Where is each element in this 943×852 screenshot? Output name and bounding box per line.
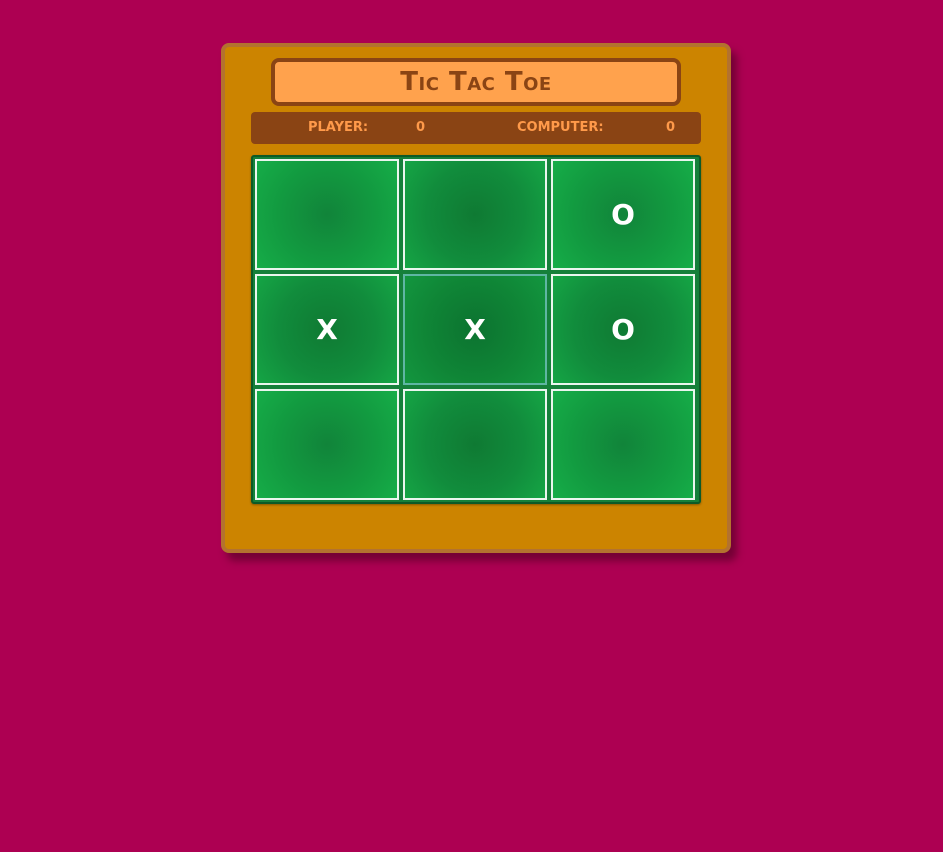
computer-score-label: Computer: [517,120,604,135]
board-cell-6[interactable]: O [551,274,695,385]
board-cell-2[interactable] [403,159,547,270]
board-cell-3[interactable]: O [551,159,695,270]
board-cell-8[interactable] [403,389,547,500]
board-cell-1[interactable] [255,159,399,270]
player-score-label: Player: [308,120,369,135]
board-cell-4[interactable]: X [255,274,399,385]
scoreboard: Player: 0 Computer: 0 [251,112,701,144]
player-score-value: 0 [416,120,426,135]
game-panel: Tic Tac Toe Player: 0 Computer: 0 O X X … [221,43,731,553]
title-banner: Tic Tac Toe [271,58,681,106]
board-cell-9[interactable] [551,389,695,500]
board-cell-5[interactable]: X [403,274,547,385]
game-board: O X X O [251,155,701,504]
computer-score-value: 0 [666,120,676,135]
game-title: Tic Tac Toe [400,67,552,97]
board-cell-7[interactable] [255,389,399,500]
